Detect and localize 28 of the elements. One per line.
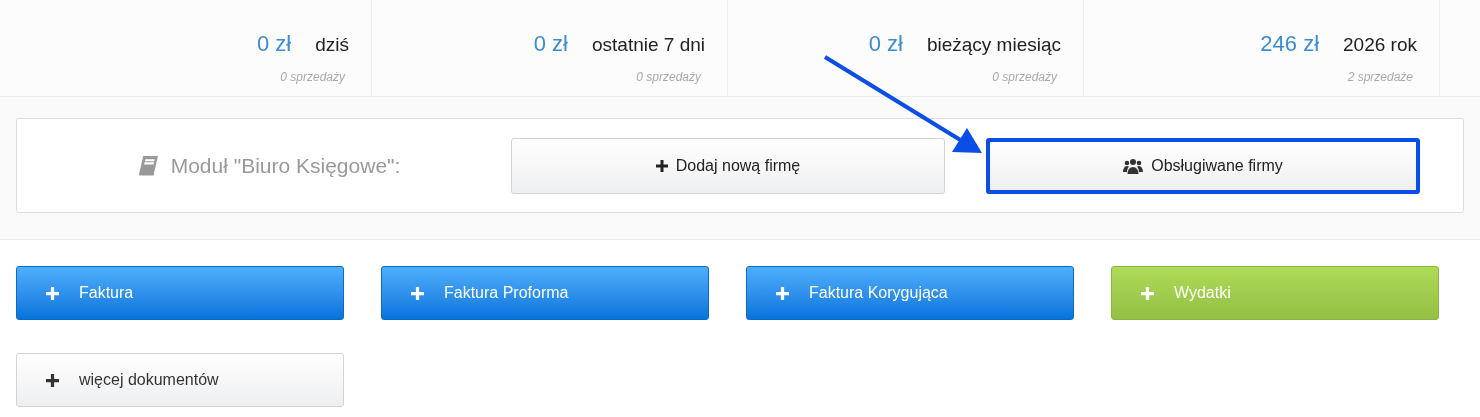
users-icon bbox=[1123, 157, 1144, 174]
stat-amount: 0 zł bbox=[868, 30, 903, 58]
stat-amount: 0 zł bbox=[256, 30, 292, 58]
stat-period: dziś bbox=[315, 33, 349, 57]
stat-sales-count: 0 sprzedaży bbox=[280, 69, 347, 86]
stat-sales-count: 0 sprzedaży bbox=[636, 69, 703, 86]
plus-icon bbox=[46, 286, 59, 300]
plus-icon bbox=[776, 286, 789, 300]
stat-amount: 246 zł bbox=[1260, 30, 1320, 58]
new-document-button[interactable]: Faktura Korygująca bbox=[746, 266, 1074, 320]
stat-sales-count: 0 sprzedaży bbox=[992, 69, 1059, 86]
new-document-button[interactable]: Wydatki bbox=[1111, 266, 1439, 320]
plus-icon bbox=[46, 373, 59, 387]
new-document-button[interactable]: Faktura Proforma bbox=[381, 266, 709, 320]
plus-icon bbox=[1141, 286, 1154, 300]
new-document-button[interactable]: Faktura bbox=[16, 266, 344, 320]
stat-period: bieżący miesiąc bbox=[926, 33, 1061, 57]
stat-period: ostatnie 7 dni bbox=[591, 33, 705, 57]
stat-sales-count: 2 sprzedaże bbox=[1347, 69, 1414, 86]
plus-icon bbox=[411, 286, 424, 300]
module-button[interactable]: Dodaj nową firmę bbox=[511, 137, 945, 194]
book-icon bbox=[137, 155, 159, 176]
plus-icon bbox=[655, 159, 668, 172]
stat-period: 2026 rok bbox=[1343, 33, 1417, 57]
new-document-button[interactable]: więcej dokumentów bbox=[16, 353, 344, 407]
stat-amount: 0 zł bbox=[533, 30, 568, 58]
module-label: Moduł "Biuro Księgowe": bbox=[170, 152, 401, 179]
module-button[interactable]: Obsługiwane firmy bbox=[986, 137, 1420, 194]
